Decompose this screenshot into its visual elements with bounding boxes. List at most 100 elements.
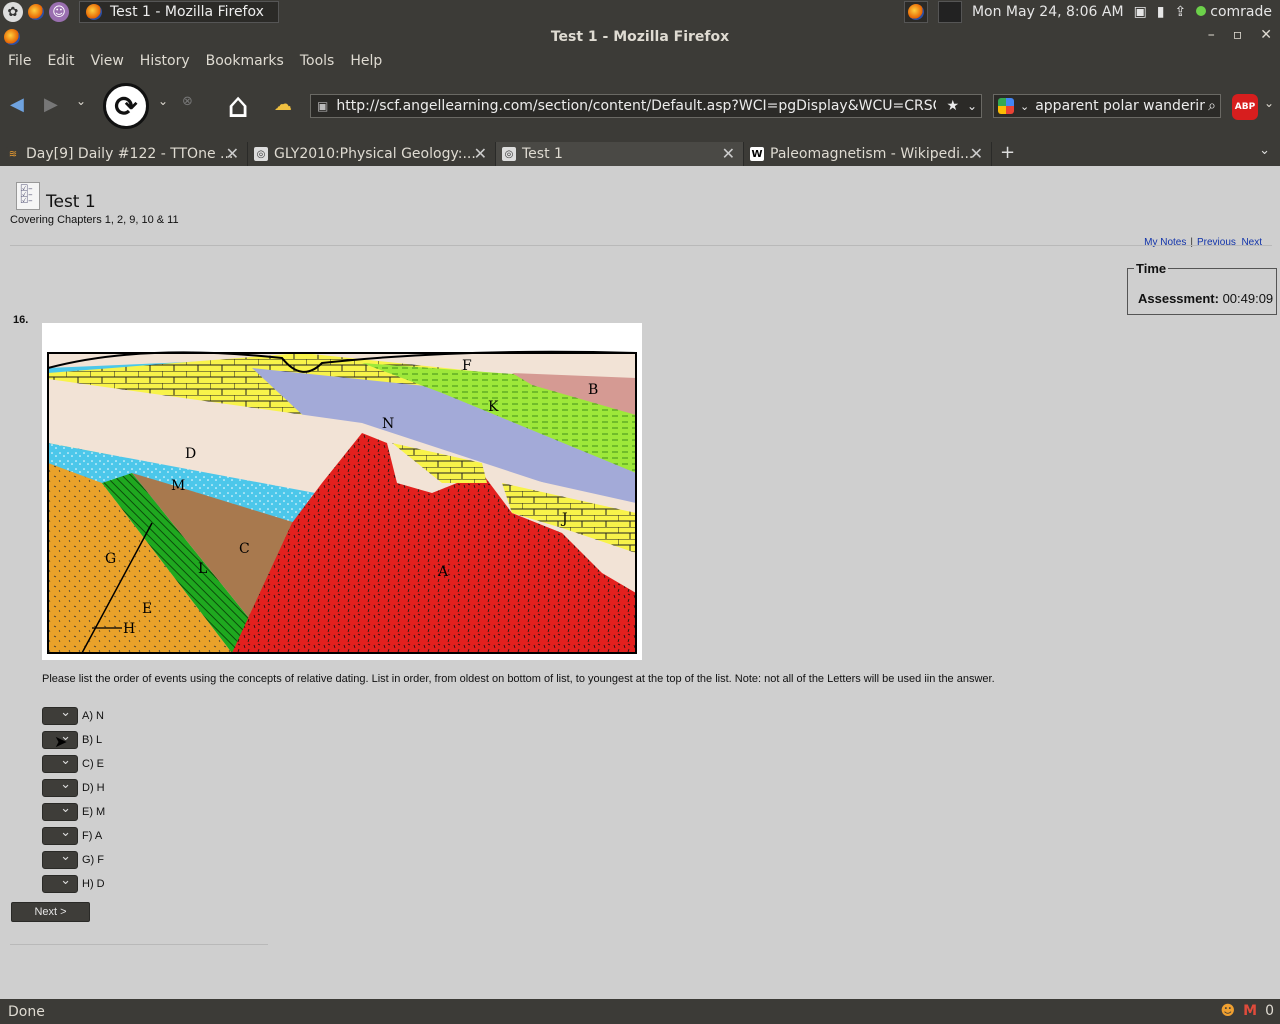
next-button[interactable]: Next > <box>11 902 90 922</box>
menu-help[interactable]: Help <box>342 53 390 69</box>
answer-row: A) N <box>42 704 105 728</box>
weather-icon[interactable]: ☁ <box>274 94 292 115</box>
answer-row: E) M <box>42 800 105 824</box>
gmail-icon[interactable]: M <box>1243 1003 1257 1019</box>
order-select-h[interactable] <box>42 873 78 893</box>
pidgin-launcher-icon[interactable]: ☺ <box>49 2 69 22</box>
navigation-toolbar: ◀ ▶ ⌄ ⟳ ⌄ ⊗ ⌂ ☁ ▣ http://scf.angellearni… <box>0 72 1280 140</box>
reload-icon[interactable]: ⟳ <box>103 83 149 129</box>
menu-bookmarks[interactable]: Bookmarks <box>198 53 292 69</box>
forward-arrow-icon[interactable]: ▶ <box>44 94 58 115</box>
order-select-g[interactable] <box>42 849 78 869</box>
tab-gly2010[interactable]: ◎ GLY2010:Physical Geology:... ✕ <box>248 142 496 166</box>
tab-close-icon[interactable]: ✕ <box>474 144 487 163</box>
panel-clock[interactable]: Mon May 24, 8:06 AM <box>972 4 1124 20</box>
answer-label: F) A <box>82 830 103 842</box>
answer-label: G) F <box>82 854 104 866</box>
home-icon[interactable]: ⌂ <box>216 86 260 126</box>
new-tab-icon[interactable]: + <box>1000 142 1015 163</box>
answer-list: A) N B) L C) E D) H E) M F) A G) F H) D <box>42 704 105 896</box>
window-menu-icon[interactable] <box>4 29 20 49</box>
angel-favicon-icon: ◎ <box>502 147 516 161</box>
wifi-favicon-icon: ≋ <box>6 147 20 161</box>
history-dropdown-icon[interactable]: ⌄ <box>76 94 86 108</box>
order-select-d[interactable] <box>42 777 78 797</box>
page-nav-links: My Notes | Previous Next <box>1144 237 1262 248</box>
my-notes-link[interactable]: My Notes <box>1144 237 1186 248</box>
url-text: http://scf.angellearning.com/section/con… <box>336 98 937 114</box>
order-select-c[interactable] <box>42 753 78 773</box>
question-instructions: Please list the order of events using th… <box>42 673 995 685</box>
answer-label: D) H <box>82 782 105 794</box>
tab-list-icon[interactable]: ⌄ <box>1259 143 1270 158</box>
search-icon[interactable]: ⌕ <box>1208 98 1216 114</box>
network-icon[interactable]: ▣ <box>1134 4 1147 20</box>
tray-firefox-icon[interactable] <box>903 1 928 23</box>
divider <box>10 245 1272 246</box>
next-link[interactable]: Next <box>1241 237 1262 248</box>
answer-row: B) L <box>42 728 105 752</box>
menu-history[interactable]: History <box>132 53 198 69</box>
search-input[interactable]: apparent polar wandering <box>1035 98 1205 114</box>
taskbar-firefox-window[interactable]: Test 1 - Mozilla Firefox <box>79 1 279 23</box>
status-icons: ☻ M 0 <box>1221 1003 1274 1019</box>
firefox-launcher-icon[interactable] <box>26 2 46 22</box>
menu-tools[interactable]: Tools <box>292 53 343 69</box>
divider <box>10 944 268 945</box>
tab-test1[interactable]: ◎ Test 1 ✕ <box>496 142 744 166</box>
cross-section-svg: F B K N D M C G L A J E H <box>47 350 637 654</box>
page-subtitle: Covering Chapters 1, 2, 9, 10 & 11 <box>10 214 179 226</box>
minimize-icon[interactable]: – <box>1208 27 1215 43</box>
search-bar[interactable]: ⌄ apparent polar wandering ⌕ <box>993 94 1221 118</box>
figure-label-d: D <box>185 446 196 462</box>
figure-label-b: B <box>588 382 598 398</box>
addon-smiley-icon[interactable]: ☻ <box>1221 1003 1236 1019</box>
maximize-icon[interactable]: ▫ <box>1233 27 1243 43</box>
order-select-f[interactable] <box>42 825 78 845</box>
taskbar-title: Test 1 - Mozilla Firefox <box>110 4 264 20</box>
figure-label-l: L <box>198 561 207 577</box>
user-status[interactable]: comrade <box>1196 4 1272 20</box>
url-dropdown-icon[interactable]: ⌄ <box>967 99 977 113</box>
answer-label: H) D <box>82 878 105 890</box>
assessment-time: 00:49:09 <box>1222 291 1274 306</box>
adblock-dropdown-icon[interactable]: ⌄ <box>1264 96 1274 110</box>
previous-link[interactable]: Previous <box>1197 237 1236 248</box>
assessment-timer: Assessment: 00:49:09 <box>1138 291 1273 306</box>
tab-paleomagnetism[interactable]: W Paleomagnetism - Wikipedi... ✕ <box>744 142 992 166</box>
gmail-count: 0 <box>1265 1003 1274 1019</box>
answer-row: D) H <box>42 776 105 800</box>
bookmark-star-icon[interactable]: ★ <box>942 98 959 114</box>
answer-label: B) L <box>82 734 103 746</box>
reload-dropdown-icon[interactable]: ⌄ <box>158 94 168 108</box>
adblock-plus-icon[interactable]: ABP <box>1232 94 1258 120</box>
search-engine-dropdown-icon[interactable]: ⌄ <box>1020 100 1029 113</box>
gnome-foot-icon[interactable]: ✿ <box>3 2 23 22</box>
menu-file[interactable]: File <box>0 53 39 69</box>
tab-close-icon[interactable]: ✕ <box>722 144 735 163</box>
menu-view[interactable]: View <box>83 53 132 69</box>
tab-bar: ≋ Day[9] Daily #122 - TTOne ... ✕ ◎ GLY2… <box>0 140 1280 166</box>
wikipedia-favicon-icon: W <box>750 147 764 161</box>
google-engine-icon[interactable] <box>998 98 1014 114</box>
back-arrow-icon[interactable]: ◀ <box>10 94 24 115</box>
close-icon[interactable]: ✕ <box>1260 27 1272 43</box>
stop-icon[interactable]: ⊗ <box>182 94 193 109</box>
menu-edit[interactable]: Edit <box>39 53 82 69</box>
firefox-icon <box>86 4 102 20</box>
signal-icon[interactable]: ▮ <box>1157 4 1165 20</box>
order-select-a[interactable] <box>42 705 78 725</box>
assessment-label: Assessment: <box>1138 291 1219 306</box>
figure-label-h: H <box>123 621 135 637</box>
tab-day9[interactable]: ≋ Day[9] Daily #122 - TTOne ... ✕ <box>0 142 248 166</box>
gnome-top-panel: ✿ ☺ Test 1 - Mozilla Firefox Mon May 24,… <box>0 0 1280 24</box>
order-select-e[interactable] <box>42 801 78 821</box>
tab-close-icon[interactable]: ✕ <box>970 144 983 163</box>
answer-row: F) A <box>42 824 105 848</box>
answer-label: C) E <box>82 758 104 770</box>
site-identity-icon[interactable]: ▣ <box>317 99 328 113</box>
url-bar[interactable]: ▣ http://scf.angellearning.com/section/c… <box>310 94 982 118</box>
tab-close-icon[interactable]: ✕ <box>226 144 239 163</box>
answer-row: H) D <box>42 872 105 896</box>
update-icon[interactable]: ⇪ <box>1175 4 1187 20</box>
